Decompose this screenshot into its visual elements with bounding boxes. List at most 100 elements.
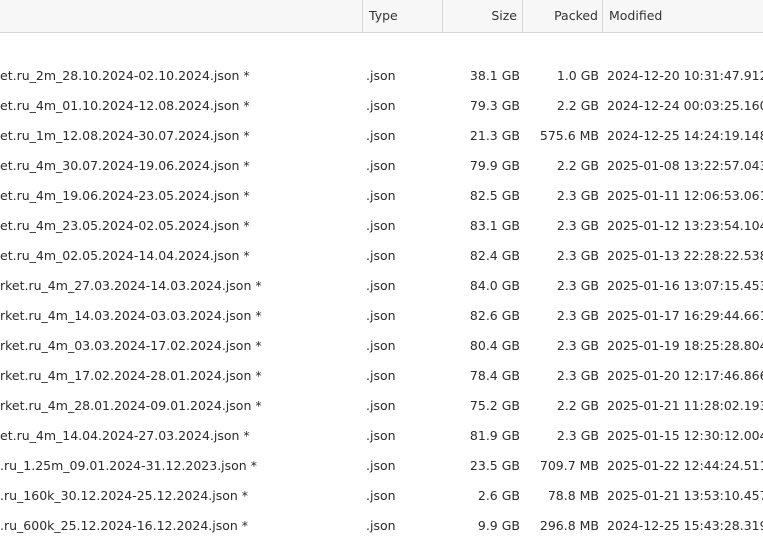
file-modified: 2025-01-17 16:29:44.66138 <box>607 308 763 323</box>
file-size: 79.9 GB <box>469 158 520 173</box>
file-list: et.ru_2m_28.10.2024-02.10.2024.json * .js… <box>0 61 763 541</box>
column-header-type[interactable]: Type <box>363 0 442 32</box>
file-modified: 2025-01-21 13:53:10.45774 <box>607 488 763 503</box>
file-row[interactable]: .ru_600k_25.12.2024-16.12.2024.json * .js… <box>0 511 763 541</box>
file-modified: 2025-01-20 12:17:46.86633 <box>607 368 763 383</box>
file-type: .json <box>366 128 396 143</box>
file-name: rket.ru_4m_17.02.2024-28.01.2024.json * <box>0 368 262 383</box>
file-name: et.ru_1m_12.08.2024-30.07.2024.json * <box>0 128 250 143</box>
file-modified: 2024-12-24 00:03:25.16029 <box>607 98 763 113</box>
file-type: .json <box>366 428 396 443</box>
column-header-size[interactable]: Size <box>443 0 522 32</box>
file-type: .json <box>366 488 396 503</box>
file-name: et.ru_4m_30.07.2024-19.06.2024.json * <box>0 158 250 173</box>
file-packed-size: 78.8 MB <box>547 488 599 503</box>
file-packed-size: 2.3 GB <box>556 308 599 323</box>
file-size: 21.3 GB <box>469 128 520 143</box>
file-type: .json <box>366 398 396 413</box>
file-packed-size: 2.3 GB <box>556 278 599 293</box>
file-size: 79.3 GB <box>469 98 520 113</box>
file-row[interactable]: rket.ru_4m_17.02.2024-28.01.2024.json *.… <box>0 361 763 391</box>
file-packed-size: 2.3 GB <box>556 368 599 383</box>
file-type: .json <box>366 158 396 173</box>
file-row[interactable]: rket.ru_4m_27.03.2024-14.03.2024.json *.… <box>0 271 763 301</box>
file-packed-size: 2.3 GB <box>556 338 599 353</box>
file-name: rket.ru_4m_28.01.2024-09.01.2024.json * <box>0 398 262 413</box>
file-name: .ru_1.25m_09.01.2024-31.12.2023.json * <box>0 458 257 473</box>
file-size: 23.5 GB <box>469 458 520 473</box>
file-row[interactable]: et.ru_4m_14.04.2024-27.03.2024.json * .js… <box>0 421 763 451</box>
file-name: .ru_600k_25.12.2024-16.12.2024.json * <box>0 518 249 533</box>
file-name: et.ru_4m_02.05.2024-14.04.2024.json * <box>0 248 250 263</box>
file-row[interactable]: rket.ru_4m_28.01.2024-09.01.2024.json *.… <box>0 391 763 421</box>
file-packed-size: 709.7 MB <box>539 458 599 473</box>
file-modified: 2025-01-11 12:06:53.06119 <box>607 188 763 203</box>
file-packed-size: 1.0 GB <box>556 68 599 83</box>
file-name: et.ru_4m_23.05.2024-02.05.2024.json * <box>0 218 250 233</box>
file-type: .json <box>366 458 396 473</box>
file-row[interactable]: .ru_1.25m_09.01.2024-31.12.2023.json * .j… <box>0 451 763 481</box>
file-name: et.ru_4m_19.06.2024-23.05.2024.json * <box>0 188 250 203</box>
file-row[interactable]: et.ru_4m_01.10.2024-12.08.2024.json * .js… <box>0 91 763 121</box>
file-size: 78.4 GB <box>469 368 520 383</box>
file-size: 75.2 GB <box>469 398 520 413</box>
file-packed-size: 575.6 MB <box>539 128 599 143</box>
file-type: .json <box>366 338 396 353</box>
file-name: et.ru_2m_28.10.2024-02.10.2024.json * <box>0 68 250 83</box>
file-modified: 2024-12-25 14:24:19.14860 <box>607 128 763 143</box>
file-type: .json <box>366 278 396 293</box>
file-modified: 2025-01-21 11:28:02.19353 <box>607 398 763 413</box>
file-packed-size: 2.2 GB <box>556 98 599 113</box>
column-header-modified[interactable]: Modified <box>603 0 763 32</box>
file-modified: 2024-12-20 10:31:47.91203 <box>607 68 763 83</box>
file-row[interactable]: et.ru_4m_30.07.2024-19.06.2024.json * .js… <box>0 151 763 181</box>
file-packed-size: 296.8 MB <box>539 518 599 533</box>
file-size: 84.0 GB <box>469 278 520 293</box>
file-type: .json <box>366 308 396 323</box>
file-modified: 2025-01-15 12:30:12.00486 <box>607 428 763 443</box>
file-row[interactable]: et.ru_4m_02.05.2024-14.04.2024.json * .js… <box>0 241 763 271</box>
file-name: rket.ru_4m_03.03.2024-17.02.2024.json * <box>0 338 262 353</box>
file-packed-size: 2.2 GB <box>556 398 599 413</box>
file-modified: 2025-01-19 18:25:28.80409 <box>607 338 763 353</box>
file-size: 81.9 GB <box>469 428 520 443</box>
file-packed-size: 2.3 GB <box>556 218 599 233</box>
file-type: .json <box>366 248 396 263</box>
file-type: .json <box>366 218 396 233</box>
column-header-packed[interactable]: Packed <box>523 0 602 32</box>
file-packed-size: 2.3 GB <box>556 248 599 263</box>
column-header-bar: Type Size Packed Modified <box>0 0 763 33</box>
file-type: .json <box>366 368 396 383</box>
file-type: .json <box>366 98 396 113</box>
column-header-name[interactable] <box>0 0 362 32</box>
file-packed-size: 2.3 GB <box>556 428 599 443</box>
file-name: rket.ru_4m_14.03.2024-03.03.2024.json * <box>0 308 262 323</box>
file-type: .json <box>366 188 396 203</box>
file-modified: 2025-01-08 13:22:57.04368 <box>607 158 763 173</box>
file-row[interactable]: et.ru_4m_23.05.2024-02.05.2024.json * .js… <box>0 211 763 241</box>
file-size: 82.5 GB <box>469 188 520 203</box>
file-size: 82.6 GB <box>469 308 520 323</box>
file-name: .ru_160k_30.12.2024-25.12.2024.json * <box>0 488 249 503</box>
file-type: .json <box>366 518 396 533</box>
file-name: et.ru_4m_01.10.2024-12.08.2024.json * <box>0 98 250 113</box>
file-row[interactable]: et.ru_2m_28.10.2024-02.10.2024.json * .js… <box>0 61 763 91</box>
file-row[interactable]: rket.ru_4m_03.03.2024-17.02.2024.json *.… <box>0 331 763 361</box>
file-row[interactable]: rket.ru_4m_14.03.2024-03.03.2024.json *.… <box>0 301 763 331</box>
file-modified: 2024-12-25 15:43:28.31975 <box>607 518 763 533</box>
file-row[interactable]: .ru_160k_30.12.2024-25.12.2024.json * .js… <box>0 481 763 511</box>
file-modified: 2025-01-16 13:07:15.45339 <box>607 278 763 293</box>
file-size: 2.6 GB <box>477 488 520 503</box>
file-modified: 2025-01-12 13:23:54.10493 <box>607 218 763 233</box>
file-row[interactable]: et.ru_1m_12.08.2024-30.07.2024.json * .js… <box>0 121 763 151</box>
file-size: 82.4 GB <box>469 248 520 263</box>
file-row[interactable]: et.ru_4m_19.06.2024-23.05.2024.json * .js… <box>0 181 763 211</box>
file-modified: 2025-01-13 22:28:22.53832 <box>607 248 763 263</box>
file-size: 9.9 GB <box>477 518 520 533</box>
file-size: 80.4 GB <box>469 338 520 353</box>
file-modified: 2025-01-22 12:44:24.51163 <box>607 458 763 473</box>
file-packed-size: 2.3 GB <box>556 188 599 203</box>
file-type: .json <box>366 68 396 83</box>
file-name: et.ru_4m_14.04.2024-27.03.2024.json * <box>0 428 250 443</box>
file-packed-size: 2.2 GB <box>556 158 599 173</box>
